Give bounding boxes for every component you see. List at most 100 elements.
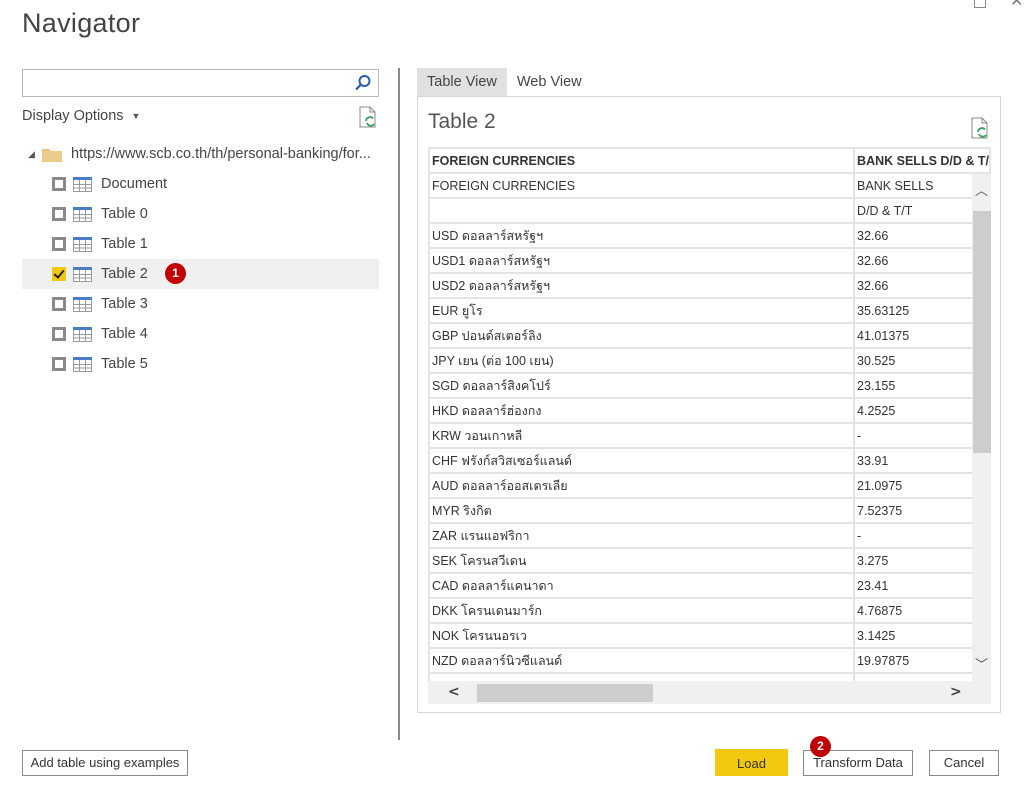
table-row: EUR ยูโร 35.63125 — [428, 297, 991, 324]
tree-item-document[interactable]: Document — [22, 169, 379, 199]
page-title: Navigator — [22, 8, 141, 38]
currency-cell: DKK โครนเดนมาร์ก — [428, 597, 856, 624]
tab-table-view[interactable]: Table View — [417, 68, 507, 96]
tree-item-label: Table 0 — [101, 206, 148, 222]
checkbox-checked[interactable] — [52, 267, 66, 281]
expand-arrow-icon[interactable]: ◢ — [28, 149, 42, 160]
table-row: NOK โครนนอรเว 3.1425 — [428, 622, 991, 649]
maximize-button[interactable] — [974, 0, 986, 8]
rate-cell: 3.275 — [853, 547, 991, 574]
currency-cell: CHF ฟรังก์สวิสเซอร์แลนด์ — [428, 447, 856, 474]
currency-cell: KRW วอนเกาหลี — [428, 422, 856, 449]
currency-cell: NOK โครนนอรเว — [428, 622, 856, 649]
column-header[interactable]: BANK SELLS D/D & T/ — [853, 147, 991, 174]
tab-web-view[interactable]: Web View — [507, 68, 592, 96]
tree-item-table-3[interactable]: Table 3 — [22, 289, 379, 319]
tree-item-table-0[interactable]: Table 0 — [22, 199, 379, 229]
rate-cell: BANK SELLS — [853, 172, 991, 199]
table-icon — [73, 356, 92, 372]
add-table-using-examples-button[interactable]: Add table using examples — [22, 750, 188, 776]
table-row: CAD ดอลลาร์แคนาดา 23.41 — [428, 572, 991, 599]
table-icon — [73, 176, 92, 192]
rate-cell: 35.63125 — [853, 297, 991, 324]
tree-item-table-1[interactable]: Table 1 — [22, 229, 379, 259]
display-options-dropdown[interactable]: Display Options ▼ — [22, 108, 140, 124]
currency-cell: NZD ดอลลาร์นิวซีแลนด์ — [428, 647, 856, 674]
checkbox[interactable] — [52, 237, 66, 251]
vertical-scroll-thumb[interactable] — [973, 211, 991, 453]
table-icon — [73, 326, 92, 342]
search-box[interactable] — [22, 69, 379, 97]
panel-splitter[interactable] — [398, 68, 400, 740]
table-row: MYR ริงกิต 7.52375 — [428, 497, 991, 524]
rate-cell: 32.66 — [853, 247, 991, 274]
tree-root-node[interactable]: ◢ https://www.scb.co.th/th/personal-bank… — [28, 143, 371, 165]
currency-cell: EUR ยูโร — [428, 297, 856, 324]
table-icon — [73, 206, 92, 222]
checkbox[interactable] — [52, 327, 66, 341]
scroll-up-icon[interactable]: ︿ — [974, 180, 989, 199]
preview-table: FOREIGN CURRENCIES BANK SELLS D/D & T/ F… — [428, 147, 991, 699]
currency-cell: JPY เยน (ต่อ 100 เยน) — [428, 347, 856, 374]
table-row: ZAR แรนแอฟริกา - — [428, 522, 991, 549]
checkbox[interactable] — [52, 207, 66, 221]
scroll-right-icon[interactable]: > — [950, 684, 962, 700]
rate-cell: 21.0975 — [853, 472, 991, 499]
preview-title: Table 2 — [428, 110, 496, 133]
currency-cell: ZAR แรนแอฟริกา — [428, 522, 856, 549]
table-icon — [73, 296, 92, 312]
table-row: NZD ดอลลาร์นิวซีแลนด์ 19.97875 — [428, 647, 991, 674]
currency-cell: CAD ดอลลาร์แคนาดา — [428, 572, 856, 599]
close-button[interactable]: ✕ — [1010, 0, 1023, 9]
table-row: USD1 ดอลลาร์สหรัฐฯ 32.66 — [428, 247, 991, 274]
tree-item-table-5[interactable]: Table 5 — [22, 349, 379, 379]
table-row: D/D & T/T — [428, 197, 991, 224]
horizontal-scroll-thumb[interactable] — [477, 684, 653, 702]
vertical-scrollbar[interactable]: ︿ ﹀ — [972, 174, 991, 681]
rate-cell: - — [853, 522, 991, 549]
currency-cell — [428, 197, 856, 224]
cancel-button[interactable]: Cancel — [929, 750, 999, 776]
checkbox[interactable] — [52, 297, 66, 311]
step-badge-2: 2 — [810, 736, 831, 757]
currency-cell: HKD ดอลลาร์ฮ่องกง — [428, 397, 856, 424]
tree-item-table-4[interactable]: Table 4 — [22, 319, 379, 349]
view-tabs: Table View Web View — [417, 68, 592, 96]
load-button[interactable]: Load — [715, 749, 788, 776]
rate-cell: 23.155 — [853, 372, 991, 399]
search-input[interactable] — [23, 70, 343, 96]
rate-cell: D/D & T/T — [853, 197, 991, 224]
table-row: KRW วอนเกาหลี - — [428, 422, 991, 449]
table-row: USD ดอลลาร์สหรัฐฯ 32.66 — [428, 222, 991, 249]
rate-cell: 23.41 — [853, 572, 991, 599]
table-row: HKD ดอลลาร์ฮ่องกง 4.2525 — [428, 397, 991, 424]
tree-list: Document Table 0 Table 1 Table 2 1 Table… — [22, 169, 379, 379]
tree-root-label: https://www.scb.co.th/th/personal-bankin… — [71, 146, 371, 162]
rate-cell: 4.76875 — [853, 597, 991, 624]
chevron-down-icon: ▼ — [131, 111, 141, 122]
display-options-label: Display Options — [22, 108, 124, 124]
refresh-icon[interactable] — [358, 106, 378, 128]
refresh-icon[interactable] — [970, 117, 990, 139]
currency-cell: USD ดอลลาร์สหรัฐฯ — [428, 222, 856, 249]
search-icon[interactable] — [354, 74, 372, 92]
tree-item-table-2[interactable]: Table 2 1 — [22, 259, 379, 289]
table-row: JPY เยน (ต่อ 100 เยน) 30.525 — [428, 347, 991, 374]
tree-item-label: Document — [101, 176, 168, 192]
table-icon — [73, 266, 92, 282]
column-header[interactable]: FOREIGN CURRENCIES — [428, 147, 856, 174]
rate-cell: 32.66 — [853, 222, 991, 249]
table-icon — [73, 236, 92, 252]
checkbox[interactable] — [52, 177, 66, 191]
checkbox[interactable] — [52, 357, 66, 371]
tree-item-label: Table 5 — [101, 356, 148, 372]
tree-item-label: Table 3 — [101, 296, 148, 312]
tree-item-label: Table 2 — [101, 266, 148, 282]
scroll-left-icon[interactable]: < — [448, 684, 460, 700]
scroll-down-icon[interactable]: ﹀ — [974, 654, 989, 673]
rate-cell: 33.91 — [853, 447, 991, 474]
table-header-row: FOREIGN CURRENCIES BANK SELLS D/D & T/ — [428, 147, 991, 174]
table-row: AUD ดอลลาร์ออสเตรเลีย 21.0975 — [428, 472, 991, 499]
horizontal-scrollbar[interactable]: < > — [428, 681, 991, 704]
currency-cell: FOREIGN CURRENCIES — [428, 172, 856, 199]
